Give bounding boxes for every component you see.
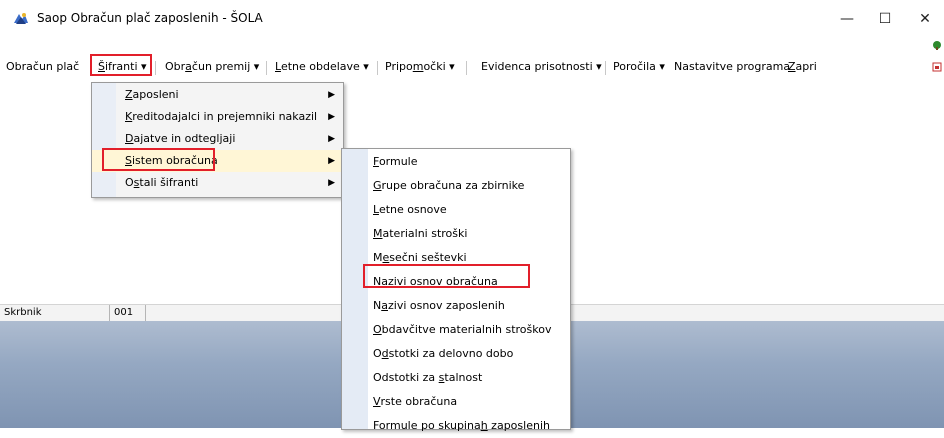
menu-label-part: reditodajalci in prejemniki nakazil <box>132 110 318 123</box>
sistem-obracuna-submenu: Formule Grupe obračuna za zbirnike Letne… <box>341 148 571 432</box>
menu-mnemonic: a <box>185 60 192 73</box>
submenu-arrow-icon: ▶ <box>328 178 335 188</box>
menu-label-part: Nastavitve programa <box>674 60 791 73</box>
title-bar: Saop Obračun plač zaposlenih - ŠOLA — ☐ … <box>0 0 944 38</box>
menu-label-part: ajatve in odtegljaji <box>133 132 236 145</box>
menu-separator <box>155 61 156 75</box>
menu-label-part: O <box>373 347 382 360</box>
submenu-item-odstotki-stalnost[interactable]: Odstotki za stalnost <box>342 366 570 390</box>
submenu-arrow-icon: ▶ <box>328 112 335 122</box>
maximize-button[interactable]: ☐ <box>862 0 908 38</box>
menu-label-part: apri <box>795 60 817 73</box>
menu-label-part: Formule po skupina <box>373 419 481 432</box>
menu-separator <box>605 61 606 75</box>
menu-item-dajatve[interactable]: Dajatve in odtegljaji ▶ <box>92 128 343 150</box>
submenu-item-formule-po-skupinah[interactable]: Formule po skupinah zaposlenih <box>342 414 570 438</box>
submenu-arrow-icon: ▶ <box>328 156 335 166</box>
submenu-item-vrste-obracuna[interactable]: Vrste obračuna <box>342 390 570 414</box>
menu-label-part: rupe obračuna za zbirnike <box>381 179 525 192</box>
menu-label-part: očki ▾ <box>423 60 455 73</box>
menu-item-kreditodajalci[interactable]: Kreditodajalci in prejemniki nakazil ▶ <box>92 106 343 128</box>
menu-label-part: bdavčitve materialnih stroškov <box>381 323 552 336</box>
menu-mnemonic: d <box>381 347 389 360</box>
menu-bar: Obračun plač Šifranti ▾ Obračun premij ▾… <box>0 38 944 76</box>
submenu-item-grupe-obracuna[interactable]: Grupe obračuna za zbirnike <box>342 174 570 198</box>
menu-mnemonic: Z <box>788 60 796 73</box>
menu-label-part: Odstotki za <box>373 371 439 384</box>
menu-label-part: N <box>373 299 382 312</box>
menu-letne-obdelave[interactable]: Letne obdelave ▾ <box>275 60 369 76</box>
menu-label-part: čun premij ▾ <box>191 60 260 73</box>
menu-mnemonic: G <box>373 179 382 192</box>
menu-mnemonic: M <box>373 227 383 240</box>
menu-label-part: talnost <box>444 371 483 384</box>
menu-label-part: zivi osnov zaposlenih <box>387 299 505 312</box>
sifranti-dropdown: Zaposleni ▶ Kreditodajalci in prejemniki… <box>91 82 344 198</box>
menu-label-part: aposleni <box>132 88 179 101</box>
menu-mnemonic: m <box>412 60 424 73</box>
menu-porocila[interactable]: Poročila ▾ <box>613 60 665 76</box>
menu-label-part: Evidenca prisotnosti ▾ <box>481 60 602 73</box>
menu-obracun-premij[interactable]: Obračun premij ▾ <box>165 60 259 76</box>
submenu-item-odstotki-delovna-doba[interactable]: Odstotki za delovno dobo <box>342 342 570 366</box>
menu-mnemonic: h <box>480 419 488 432</box>
menu-label-part: O <box>125 176 134 189</box>
submenu-arrow-icon: ▶ <box>328 134 335 144</box>
highlight-box-nazivi-osnov-obracuna <box>363 264 530 288</box>
close-button[interactable]: ✕ <box>906 0 944 38</box>
menu-label-part: Poročila ▾ <box>613 60 665 73</box>
menu-obracun-plac-label: Obračun plač <box>6 60 80 73</box>
document-icon <box>932 62 942 72</box>
menu-separator <box>466 61 467 75</box>
menu-separator <box>266 61 267 75</box>
menu-label-part: etne obdelave ▾ <box>280 60 369 73</box>
menu-label-part: M <box>373 251 383 264</box>
menu-label-part: sečni seštevki <box>389 251 467 264</box>
tree-icon <box>933 41 941 50</box>
menu-label-part: stotki za delovno dobo <box>388 347 514 360</box>
menu-pripomocki[interactable]: Pripomočki ▾ <box>385 60 455 76</box>
status-user: Skrbnik <box>0 305 110 321</box>
submenu-item-nazivi-osnov-zaposlenih[interactable]: Nazivi osnov zaposlenih <box>342 294 570 318</box>
submenu-item-obdavcitve[interactable]: Obdavčitve materialnih stroškov <box>342 318 570 342</box>
submenu-item-materialni-stroski[interactable]: Materialni stroški <box>342 222 570 246</box>
status-code: 001 <box>110 305 146 321</box>
highlight-box-sifranti <box>90 54 152 76</box>
menu-item-zaposleni[interactable]: Zaposleni ▶ <box>92 84 343 106</box>
window-title: Saop Obračun plač zaposlenih - ŠOLA <box>37 11 263 25</box>
menu-obracun-plac[interactable]: Obračun plač <box>6 60 79 76</box>
menu-label-part: ormule <box>378 155 418 168</box>
menu-mnemonic: O <box>373 323 382 336</box>
highlight-box-sistem-obracuna <box>102 148 215 171</box>
menu-label-part: aterialni stroški <box>382 227 468 240</box>
menu-evidenca-prisotnosti[interactable]: Evidenca prisotnosti ▾ <box>481 60 602 76</box>
menu-label-part: Obr <box>165 60 186 73</box>
menu-item-ostali-sifranti[interactable]: Ostali šifranti ▶ <box>92 172 343 194</box>
menu-label-part: zaposlenih <box>487 419 550 432</box>
submenu-item-letne-osnove[interactable]: Letne osnove <box>342 198 570 222</box>
menu-label-part: Pripo <box>385 60 413 73</box>
submenu-arrow-icon: ▶ <box>328 90 335 100</box>
submenu-item-formule[interactable]: Formule <box>342 150 570 174</box>
menu-mnemonic: Z <box>125 88 133 101</box>
app-logo-icon <box>14 13 28 24</box>
menu-mnemonic: V <box>373 395 381 408</box>
menu-zapri[interactable]: Zapri <box>788 60 817 76</box>
menu-separator <box>377 61 378 75</box>
menu-label-part: tali šifranti <box>139 176 199 189</box>
menu-mnemonic: a <box>381 299 388 312</box>
menu-nastavitve-programa[interactable]: Nastavitve programa <box>674 60 790 76</box>
menu-label-part: etne osnove <box>378 203 447 216</box>
menu-label-part: rste obračuna <box>380 395 458 408</box>
